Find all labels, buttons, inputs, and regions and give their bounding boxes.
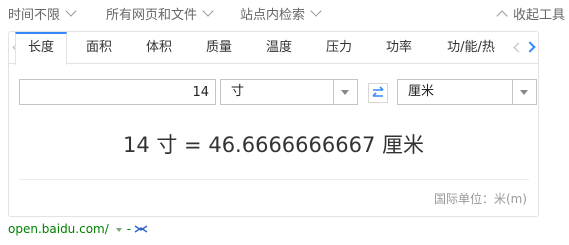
tabs-scroll-right-button[interactable] [524,32,539,64]
tab-length[interactable]: 长度 [15,32,67,65]
source-menu-caret-icon[interactable] [115,228,122,232]
from-unit-select[interactable]: 寸 [220,79,358,105]
si-unit-note: 国际单位：米(m) [433,192,527,206]
divider [19,179,529,180]
chevron-right-icon [524,41,536,53]
site-search-filter[interactable]: 站点内检索 [240,4,322,23]
collapse-tools-button[interactable]: 收起工具 [496,4,566,23]
baidu-snapshot-icon[interactable] [134,224,148,234]
tab-pressure[interactable]: 压力 [315,32,363,64]
filetype-filter-label: 所有网页和文件 [106,7,198,23]
collapse-tools-label: 收起工具 [513,7,566,23]
chevron-down-icon [310,4,322,17]
tab-power[interactable]: 功率 [375,32,423,64]
swap-units-button[interactable] [368,83,388,103]
filetype-filter[interactable]: 所有网页和文件 [106,4,214,23]
source-url-link[interactable]: open.baidu.com/ [8,222,109,236]
site-search-label: 站点内检索 [240,7,306,23]
to-unit-select[interactable]: 厘米 [397,79,537,105]
dropdown-arrow-icon [333,80,357,104]
result-source: open.baidu.com/ - [8,221,148,237]
swap-arrows-icon [372,86,384,97]
chevron-down-icon [202,4,214,17]
time-filter-label: 时间不限 [8,7,61,23]
tab-energy[interactable]: 功/能/热 [435,32,507,64]
tab-volume[interactable]: 体积 [135,32,183,64]
value-input[interactable] [19,79,216,105]
tab-area[interactable]: 面积 [75,32,123,64]
tab-temperature[interactable]: 温度 [255,32,303,64]
unit-category-tabs: 长度 面积 体积 质量 温度 压力 功率 功/能/热 [9,32,539,65]
conversion-result: 14 寸 = 46.6666666667 厘米 [122,133,425,157]
from-unit-value: 寸 [231,84,245,99]
unit-converter-card: 长度 面积 体积 质量 温度 压力 功率 功/能/热 寸 厘米 14 寸 = 4… [8,31,539,217]
chevron-up-icon [496,9,508,22]
dropdown-arrow-icon [512,80,536,104]
to-unit-value: 厘米 [408,84,435,99]
search-tools-bar: 时间不限 所有网页和文件 站点内检索 收起工具 [0,0,569,26]
chevron-down-icon [65,4,77,17]
source-separator: - [126,222,132,236]
time-filter[interactable]: 时间不限 [8,4,77,23]
tabs-scroll-left-button[interactable] [512,32,526,64]
tab-mass[interactable]: 质量 [195,32,243,64]
chevron-left-icon [513,42,524,53]
